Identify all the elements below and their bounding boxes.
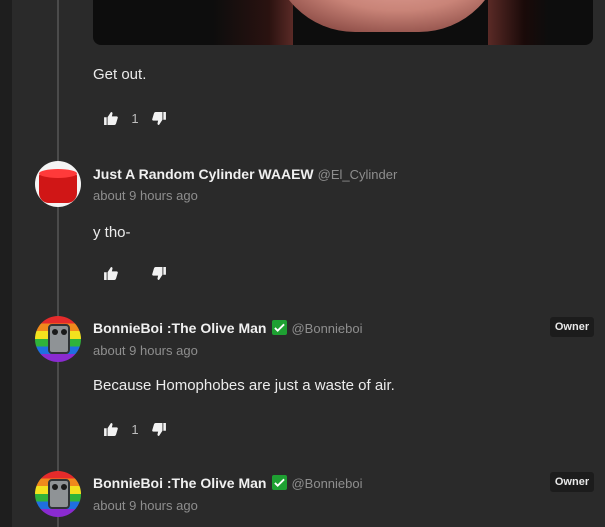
avatar[interactable] [35,316,81,362]
comment-author[interactable]: Just A Random Cylinder WAAEW @El_Cylinder [93,166,397,182]
thumbs-up-icon[interactable] [104,266,118,280]
thumbs-down-icon[interactable] [152,112,166,126]
left-edge [0,0,12,527]
media-face [271,0,503,32]
username[interactable]: BonnieBoi :The Olive Man [93,320,266,336]
comment-author[interactable]: BonnieBoi :The Olive Man @Bonnieboi [93,475,363,491]
comment-media-image[interactable] [93,0,593,45]
avatar[interactable] [35,161,81,207]
comment-author[interactable]: BonnieBoi :The Olive Man @Bonnieboi [93,320,363,336]
rainbow-robot-avatar [48,479,70,509]
comment-actions: 1 [104,111,166,126]
comment-actions: 1 [104,422,166,437]
user-handle[interactable]: @Bonnieboi [291,321,362,336]
thumbs-down-icon[interactable] [152,423,166,437]
avatar[interactable] [35,471,81,517]
media-shade-left [213,0,293,45]
owner-badge: Owner [550,472,594,492]
thumbs-up-icon[interactable] [104,423,118,437]
verified-check-icon [272,320,288,335]
verified-check-icon [272,475,288,490]
username[interactable]: BonnieBoi :The Olive Man [93,475,266,491]
like-count: 1 [131,422,139,437]
comment-text: Get out. [93,66,147,83]
username[interactable]: Just A Random Cylinder WAAEW [93,166,314,182]
comment-text: y tho- [93,224,131,241]
timestamp[interactable]: about 9 hours ago [93,498,198,513]
user-handle[interactable]: @El_Cylinder [318,167,398,182]
rainbow-robot-avatar [48,324,70,354]
thread-line [57,0,59,527]
comment-text: Because Homophobes are just a waste of a… [93,377,395,394]
owner-badge: Owner [550,317,594,337]
thumbs-up-icon[interactable] [104,112,118,126]
timestamp[interactable]: about 9 hours ago [93,188,198,203]
media-shade-right [488,0,548,45]
comment-thread: Get out. 1 Just A Random Cylinder WAAEW @… [0,0,605,527]
cylinder-top [39,169,77,178]
like-count: 1 [131,111,139,126]
timestamp[interactable]: about 9 hours ago [93,343,198,358]
thumbs-down-icon[interactable] [152,266,166,280]
comment-actions [104,266,166,280]
user-handle[interactable]: @Bonnieboi [291,476,362,491]
